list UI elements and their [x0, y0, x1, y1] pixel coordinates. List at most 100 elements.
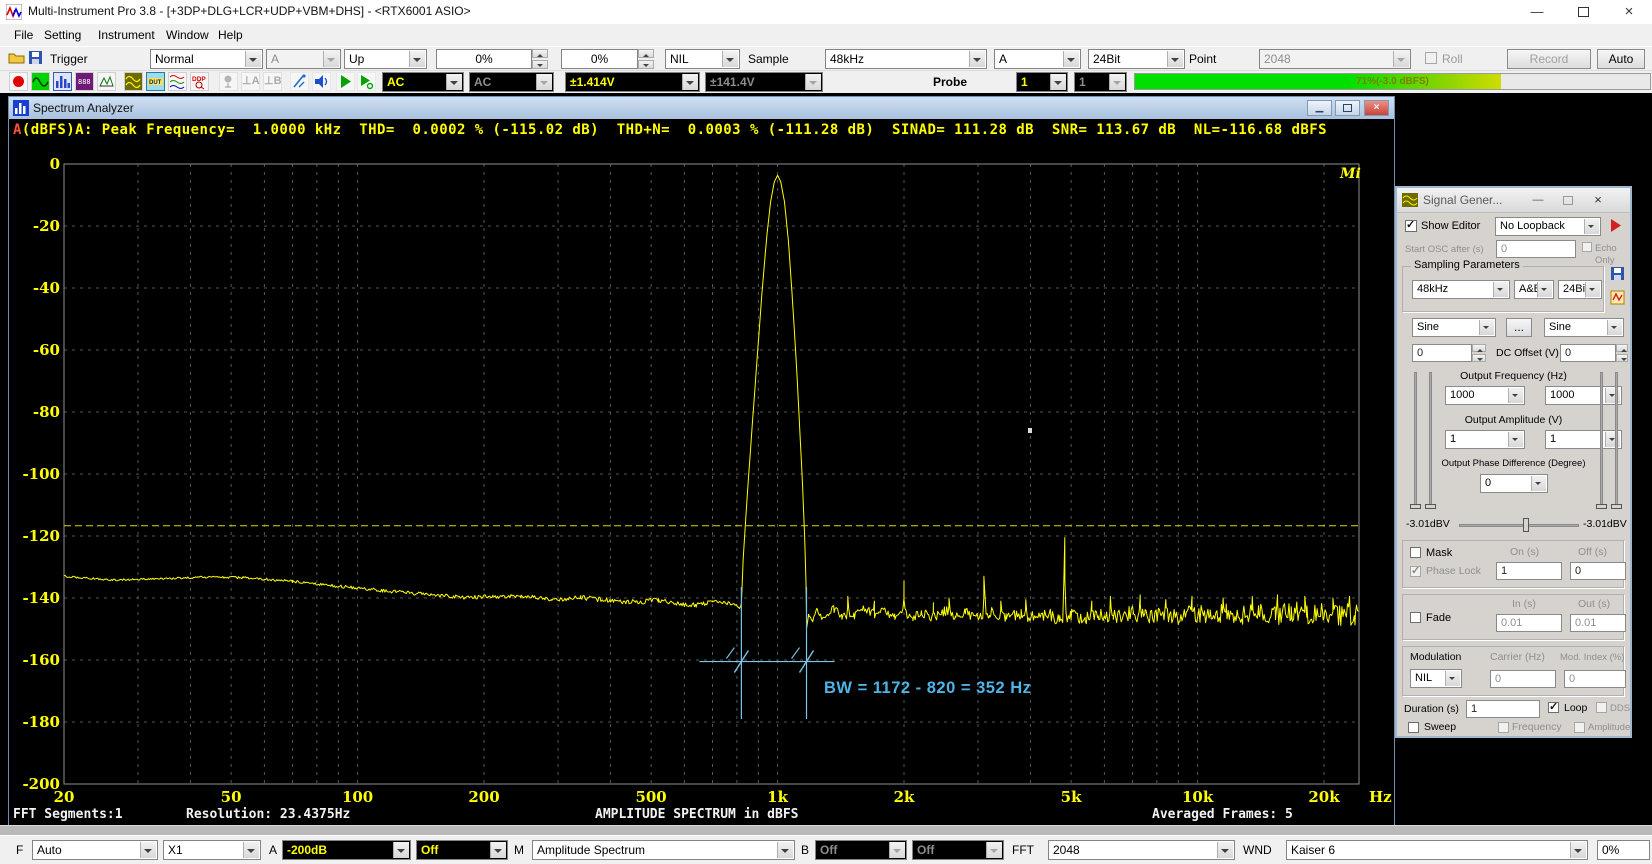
trigger-delay-field[interactable]: 0%: [561, 49, 638, 69]
loopback-combo[interactable]: No Loopback: [1495, 217, 1601, 236]
ddp-viewer-icon[interactable]: DDP: [190, 72, 209, 91]
roll-checkbox[interactable]: [1425, 52, 1437, 64]
show-editor-checkbox[interactable]: [1405, 220, 1417, 232]
coupling-a-combo[interactable]: AC: [382, 72, 464, 92]
save-icon[interactable]: [28, 50, 44, 66]
sample-channel-combo[interactable]: A: [994, 49, 1081, 69]
phase-lock-checkbox[interactable]: [1410, 566, 1421, 577]
sample-rate-combo[interactable]: 48kHz: [825, 49, 987, 69]
sample-bits-combo[interactable]: 24Bit: [1088, 49, 1185, 69]
amp-slider-a2-track[interactable]: [1429, 372, 1432, 508]
start-osc-field[interactable]: 0: [1496, 240, 1576, 258]
menu-instrument[interactable]: Instrument: [92, 24, 161, 46]
points-combo[interactable]: 2048: [1259, 49, 1411, 69]
amp-slider-a-track[interactable]: [1414, 372, 1417, 508]
sg-bits-combo[interactable]: 24Bit: [1558, 280, 1602, 299]
amp-slider-b2-handle[interactable]: [1611, 504, 1622, 509]
range-b-combo[interactable]: ±141.4V: [705, 72, 823, 92]
app-close-icon[interactable]: ×: [1606, 0, 1652, 24]
duration-field[interactable]: 1: [1466, 700, 1540, 718]
freq-b-combo[interactable]: 1000: [1545, 386, 1622, 405]
signal-generator-titlebar[interactable]: Signal Gener... — ×: [1397, 188, 1630, 213]
sg-channels-combo[interactable]: A&B: [1514, 280, 1554, 299]
restore-icon[interactable]: [1335, 100, 1360, 116]
trigger-delay-stepper[interactable]: [638, 49, 654, 69]
echo-only-checkbox[interactable]: [1582, 242, 1592, 252]
menu-window[interactable]: Window: [160, 24, 215, 46]
maximize-icon[interactable]: [1560, 193, 1576, 207]
close-icon[interactable]: ×: [1590, 193, 1606, 207]
mode-combo[interactable]: Amplitude Spectrum: [532, 840, 795, 860]
dut-icon[interactable]: DUT: [146, 72, 165, 91]
a-range-combo[interactable]: -200dB: [282, 840, 411, 860]
b-range-combo[interactable]: Off: [815, 840, 907, 860]
x-multiplier-combo[interactable]: X1: [163, 840, 261, 860]
more-button[interactable]: ...: [1506, 318, 1532, 337]
a-ref-combo[interactable]: Off: [416, 840, 508, 860]
amp-slider-b2-track[interactable]: [1615, 372, 1618, 508]
app-minimize-icon[interactable]: —: [1514, 0, 1560, 24]
speaker-icon[interactable]: [312, 72, 331, 91]
dds-editor-icon[interactable]: [1610, 290, 1626, 306]
menu-file[interactable]: File: [8, 24, 39, 46]
dc-offset-b-field[interactable]: 0: [1560, 344, 1616, 362]
sweep-frequency-checkbox[interactable]: [1498, 722, 1509, 733]
coupling-b-combo[interactable]: AC: [469, 72, 554, 92]
record-button[interactable]: Record: [1507, 49, 1591, 69]
derived-points-icon[interactable]: [168, 72, 187, 91]
fade-checkbox[interactable]: [1410, 612, 1421, 623]
probe-a-combo[interactable]: 1: [1016, 72, 1068, 92]
ground-a-icon[interactable]: ⊥A: [241, 72, 260, 91]
menu-setting[interactable]: Setting: [38, 24, 87, 46]
spectrum-plot[interactable]: 20501002005001k2k5k10k20kHz0-20-40-60-80…: [9, 97, 1394, 826]
mod-index-field[interactable]: 0: [1564, 670, 1626, 688]
amp-slider-b-handle[interactable]: [1596, 504, 1607, 509]
trigger-nil-combo[interactable]: NIL: [665, 49, 740, 69]
mic-icon[interactable]: [219, 72, 238, 91]
spectrum-analyzer-icon[interactable]: [53, 72, 72, 91]
fft-size-combo[interactable]: 2048: [1048, 840, 1235, 860]
carrier-field[interactable]: 0: [1490, 670, 1556, 688]
amp-slider-a-handle[interactable]: [1410, 504, 1421, 509]
dds-checkbox[interactable]: [1596, 702, 1607, 713]
mask-off-field[interactable]: 0: [1570, 562, 1626, 580]
freq-a-combo[interactable]: 1000: [1445, 386, 1525, 405]
wave-b-combo[interactable]: Sine: [1544, 318, 1624, 337]
ground-b-icon[interactable]: ⊥B: [263, 72, 282, 91]
freq-axis-combo[interactable]: Auto: [32, 840, 158, 860]
fade-out-field[interactable]: 0.01: [1570, 614, 1626, 632]
level-slider-track[interactable]: [1459, 524, 1579, 527]
trigger-source-combo[interactable]: A: [266, 49, 341, 69]
level-slider-handle[interactable]: [1523, 518, 1529, 532]
modulation-combo[interactable]: NIL: [1410, 669, 1462, 688]
phase-combo[interactable]: 0: [1480, 474, 1548, 493]
spectrum-3d-icon[interactable]: [97, 72, 116, 91]
menu-help[interactable]: Help: [212, 24, 249, 46]
open-icon[interactable]: [8, 50, 25, 66]
mask-on-field[interactable]: 1: [1496, 562, 1562, 580]
sweep-amplitude-checkbox[interactable]: [1574, 722, 1585, 733]
play-red-icon[interactable]: [1609, 218, 1623, 233]
run-icon[interactable]: [336, 72, 355, 91]
signal-generator-icon[interactable]: [124, 72, 143, 91]
oscilloscope-icon[interactable]: [31, 72, 50, 91]
trigger-level-stepper[interactable]: [532, 49, 548, 69]
sg-sample-rate-combo[interactable]: 48kHz: [1412, 280, 1510, 299]
trigger-mode-combo[interactable]: Normal: [150, 49, 263, 69]
auto-button[interactable]: Auto: [1597, 49, 1645, 69]
dc-offset-a-stepper[interactable]: [1472, 344, 1486, 362]
run-loop-icon[interactable]: [357, 72, 376, 91]
amp-slider-a2-handle[interactable]: [1425, 504, 1436, 509]
probe-cal-icon[interactable]: [290, 72, 309, 91]
dc-offset-a-field[interactable]: 0: [1412, 344, 1472, 362]
amp-a-combo[interactable]: 1: [1445, 430, 1525, 449]
sweep-checkbox[interactable]: [1408, 722, 1419, 733]
spectrum-window-titlebar[interactable]: Spectrum Analyzer ▁ ×: [9, 97, 1394, 119]
minimize-icon[interactable]: —: [1530, 193, 1546, 207]
b-ref-combo[interactable]: Off: [912, 840, 1004, 860]
close-icon[interactable]: ×: [1364, 100, 1389, 116]
dc-offset-b-stepper[interactable]: [1616, 344, 1628, 362]
trigger-edge-combo[interactable]: Up: [344, 49, 427, 69]
window-function-combo[interactable]: Kaiser 6: [1286, 840, 1588, 860]
multimeter-icon[interactable]: 888: [75, 72, 94, 91]
